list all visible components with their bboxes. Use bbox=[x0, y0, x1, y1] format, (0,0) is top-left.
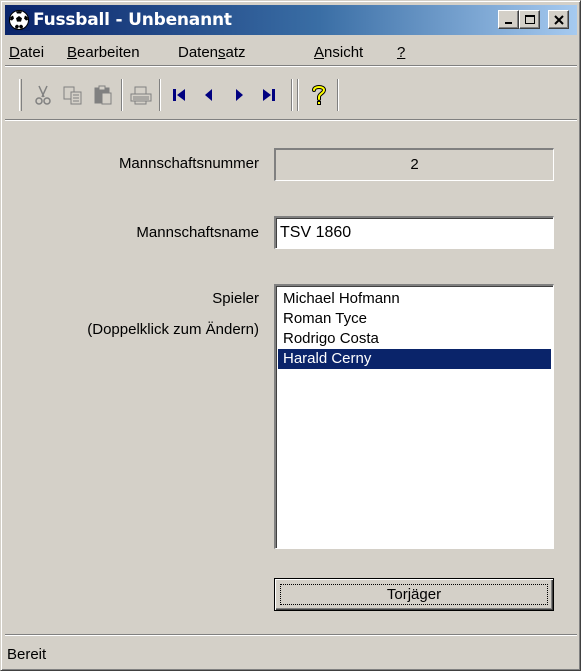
menu-datei-accel: D bbox=[9, 44, 20, 61]
toolbar bbox=[15, 75, 455, 115]
team-number-field: 2 bbox=[274, 148, 554, 181]
menu-ansicht-accel: A bbox=[314, 44, 325, 61]
copy-button[interactable] bbox=[59, 79, 87, 111]
toolbar-separator bbox=[291, 79, 293, 111]
minimize-icon bbox=[504, 21, 512, 24]
cut-icon bbox=[35, 85, 51, 105]
previous-record-button[interactable] bbox=[195, 79, 223, 111]
last-record-icon bbox=[263, 89, 275, 101]
main-window: Fussball - Unbenannt Datei Bearbeiten Da… bbox=[0, 0, 581, 671]
players-hint: (Doppelklick zum Ändern) bbox=[87, 321, 259, 338]
maximize-button[interactable] bbox=[519, 10, 540, 29]
players-label: Spieler bbox=[212, 290, 259, 307]
toolbar-grip[interactable] bbox=[19, 79, 22, 111]
menu-bar: Datei Bearbeiten Datensatz Ansicht ? bbox=[5, 39, 577, 65]
menu-datensatz-accel: s bbox=[218, 44, 226, 61]
menu-datei-rest: atei bbox=[19, 44, 45, 61]
toolbar-separator bbox=[297, 79, 299, 111]
help-button[interactable] bbox=[305, 79, 333, 111]
top-scorer-button-label: Torjäger bbox=[280, 584, 548, 605]
soccer-ball-icon bbox=[8, 9, 30, 31]
menu-datensatz-pre: Daten bbox=[178, 44, 219, 61]
player-list-item[interactable]: Michael Hofmann bbox=[278, 289, 551, 309]
player-list-item[interactable]: Rodrigo Costa bbox=[278, 329, 551, 349]
title-bar[interactable]: Fussball - Unbenannt bbox=[5, 5, 577, 35]
toolbar-separator bbox=[159, 79, 161, 111]
team-number-label: Mannschaftsnummer bbox=[118, 155, 259, 172]
menu-bearbeiten-rest: earbeiten bbox=[77, 44, 140, 61]
menu-help-label: ? bbox=[397, 44, 406, 61]
toolbar-separator bbox=[121, 79, 123, 111]
players-listbox[interactable]: Michael Hofmann Roman Tyce Rodrigo Costa… bbox=[274, 284, 554, 549]
previous-record-icon bbox=[205, 89, 212, 101]
next-record-icon bbox=[236, 89, 243, 101]
first-record-button[interactable] bbox=[165, 79, 193, 111]
menu-toolbar-divider-highlight bbox=[5, 66, 577, 67]
menu-ansicht[interactable]: Ansicht bbox=[314, 44, 363, 61]
last-record-button[interactable] bbox=[255, 79, 283, 111]
next-record-button[interactable] bbox=[225, 79, 253, 111]
menu-bearbeiten[interactable]: Bearbeiten bbox=[67, 44, 140, 61]
menu-bearbeiten-accel: B bbox=[67, 44, 78, 61]
print-button[interactable] bbox=[127, 79, 155, 111]
maximize-icon bbox=[524, 14, 535, 24]
first-record-icon bbox=[173, 89, 185, 101]
toolbar-separator bbox=[337, 79, 339, 111]
player-list-item[interactable]: Roman Tyce bbox=[278, 309, 551, 329]
minimize-button[interactable] bbox=[498, 10, 519, 29]
menu-help[interactable]: ? bbox=[397, 44, 405, 61]
close-button[interactable] bbox=[548, 10, 569, 29]
copy-icon bbox=[63, 86, 82, 105]
cut-button[interactable] bbox=[29, 79, 57, 111]
team-name-input[interactable] bbox=[274, 216, 554, 249]
menu-datei[interactable]: Datei bbox=[9, 44, 44, 61]
toolbar-bottom-divider-highlight bbox=[5, 120, 577, 121]
menu-datensatz[interactable]: Datensatz bbox=[178, 44, 246, 61]
menu-datensatz-rest: atz bbox=[225, 44, 246, 61]
help-icon bbox=[312, 85, 327, 105]
status-bar-divider-highlight bbox=[5, 635, 577, 636]
window-title: Fussball - Unbenannt bbox=[33, 10, 232, 30]
status-text: Bereit bbox=[7, 646, 47, 663]
close-icon bbox=[553, 14, 564, 25]
paste-button[interactable] bbox=[89, 79, 117, 111]
print-icon bbox=[130, 86, 152, 105]
top-scorer-button[interactable]: Torjäger bbox=[274, 578, 554, 611]
player-list-item-selected[interactable]: Harald Cerny bbox=[278, 349, 551, 369]
menu-ansicht-rest: nsicht bbox=[324, 44, 364, 61]
team-name-label: Mannschaftsname bbox=[136, 224, 259, 241]
paste-icon bbox=[94, 85, 112, 105]
